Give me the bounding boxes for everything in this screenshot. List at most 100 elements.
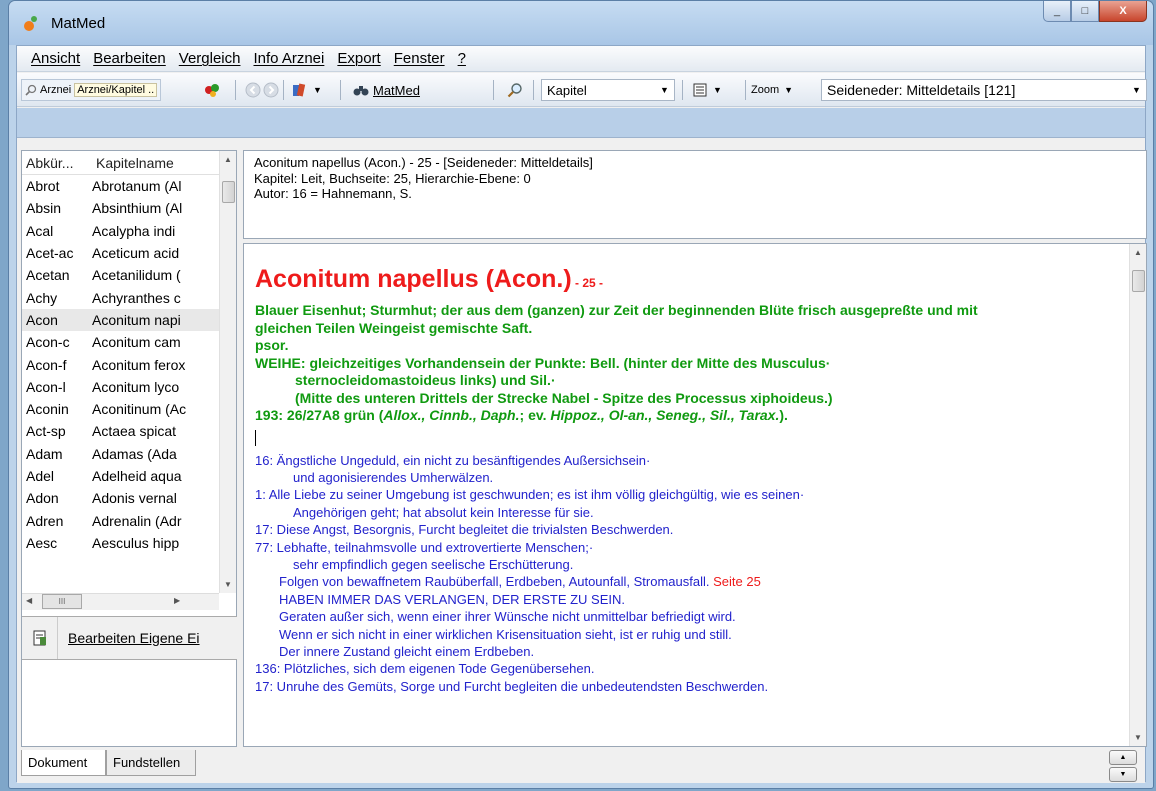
- scroll-thumb-grip[interactable]: III: [42, 594, 82, 609]
- page-spinner[interactable]: ▲ ▼: [1109, 750, 1137, 782]
- remedy-icon-button[interactable]: [203, 78, 223, 102]
- maximize-button[interactable]: □: [1071, 1, 1099, 22]
- list-item[interactable]: Achy Achyranthes c: [22, 286, 219, 308]
- menu-vergleich[interactable]: Vergleich: [179, 50, 241, 67]
- scroll-down-arrow-icon[interactable]: ▼: [1130, 729, 1146, 746]
- list-item[interactable]: Act-sp Actaea spicat: [22, 420, 219, 442]
- remedy-abbr: Acetan: [26, 267, 70, 284]
- scroll-right-arrow-icon[interactable]: ▶: [174, 596, 180, 605]
- blue-line-6: 77: Lebhafte, teilnahmsvolle und extrove…: [255, 539, 594, 555]
- menu-bearbeiten[interactable]: Bearbeiten: [93, 50, 166, 67]
- blue-line-7: sehr empfindlich gegen seelische Erschüt…: [293, 556, 574, 572]
- scroll-thumb[interactable]: [1132, 270, 1145, 292]
- remedy-name: Aconitum ferox: [92, 356, 186, 373]
- arznei-search-button[interactable]: Arznei Arznei/Kapitel ..: [21, 79, 162, 101]
- spin-up-icon[interactable]: ▲: [1109, 750, 1137, 765]
- remedy-abbr: Aconin: [26, 401, 69, 418]
- blue-line-1: 16: Ängstliche Ungeduld, ein nicht zu be…: [255, 452, 651, 468]
- toolbar-separator: [682, 80, 683, 100]
- column-header-kapitelname[interactable]: Kapitelname: [92, 155, 217, 171]
- seite-reference[interactable]: Seite 25: [709, 574, 761, 589]
- remedy-abbr: Acon-l: [26, 378, 66, 395]
- remedy-abbr: Adren: [26, 512, 64, 529]
- matmed-button[interactable]: MatMed: [353, 78, 420, 102]
- menu-export[interactable]: Export: [337, 50, 380, 67]
- green-line-7-d: Hippoz., Ol-an., Seneg., Sil., Tarax.: [550, 407, 780, 423]
- blue-line-3: 1: Alle Liebe zu seiner Umgebung ist ges…: [255, 487, 805, 503]
- remedy-abbr: Achy: [26, 289, 58, 306]
- arznei-combo[interactable]: Arznei/Kapitel ..: [74, 83, 158, 97]
- back-arrow-icon[interactable]: [245, 82, 261, 98]
- list-item[interactable]: Aconin Aconitinum (Ac: [22, 398, 219, 420]
- view-dropdown-button[interactable]: ▼: [693, 78, 722, 102]
- toolbar-separator: [283, 80, 284, 100]
- remedy-abbr: Acon-f: [26, 356, 67, 373]
- nav-group: [245, 78, 279, 102]
- main-window: MatMed _ □ X Ansicht Bearbeiten Vergleic…: [8, 0, 1154, 789]
- arznei-label: Arznei: [40, 84, 72, 96]
- forward-arrow-icon[interactable]: [263, 82, 279, 98]
- search-icon: [25, 84, 37, 96]
- zoom-dropdown[interactable]: Zoom ▼: [751, 78, 793, 102]
- matmed-label: MatMed: [373, 82, 420, 98]
- menu-info-arznei[interactable]: Info Arznei: [253, 50, 324, 67]
- menu-help[interactable]: ?: [458, 50, 466, 67]
- list-item[interactable]: Adon Adonis vernal: [22, 487, 219, 509]
- source-combo[interactable]: Seideneder: Mitteldetails [121] ▼: [821, 79, 1147, 101]
- toolbar-separator: [340, 80, 341, 100]
- edit-own-entries-label[interactable]: Bearbeiten Eigene Ei: [58, 630, 200, 646]
- scroll-up-arrow-icon[interactable]: ▲: [1130, 244, 1146, 261]
- list-item[interactable]: Adel Adelheid aqua: [22, 465, 219, 487]
- remedy-name: Aconitum lyco: [92, 378, 180, 395]
- list-item[interactable]: Adam Adamas (Ada: [22, 443, 219, 465]
- remedy-name: Aconitum napi: [92, 311, 181, 328]
- close-button[interactable]: X: [1099, 1, 1147, 22]
- list-item[interactable]: Acet-ac Aceticum acid: [22, 242, 219, 264]
- tab-fundstellen[interactable]: Fundstellen: [106, 750, 196, 776]
- remedy-abbr: Adam: [26, 445, 63, 462]
- blue-line-8-text: Folgen von bewaffnetem Raubüberfall, Erd…: [279, 574, 710, 590]
- client-area: Ansicht Bearbeiten Vergleich Info Arznei…: [16, 45, 1147, 783]
- list-item[interactable]: Absin Absinthium (Al: [22, 197, 219, 219]
- search-button[interactable]: [507, 78, 523, 102]
- list-item[interactable]: Aesc Aesculus hipp: [22, 532, 219, 554]
- scroll-left-arrow-icon[interactable]: ◀: [26, 596, 32, 605]
- list-item[interactable]: Abrot Abrotanum (Al: [22, 175, 219, 197]
- list-horizontal-scrollbar[interactable]: ◀ III ▶: [22, 593, 219, 610]
- list-item[interactable]: Acon-f Aconitum ferox: [22, 353, 219, 375]
- remedy-name: Adonis vernal: [92, 490, 177, 507]
- scroll-up-arrow-icon[interactable]: ▲: [220, 151, 236, 168]
- column-header-abbr[interactable]: Abkür...: [22, 155, 92, 171]
- menu-ansicht[interactable]: Ansicht: [31, 50, 80, 67]
- list-item[interactable]: Acal Acalypha indi: [22, 220, 219, 242]
- list-item[interactable]: Acon Aconitum napi: [22, 308, 219, 332]
- list-item[interactable]: Acon-c Aconitum cam: [22, 331, 219, 353]
- blue-line-4: Angehörigen geht; hat absolut kein Inter…: [293, 504, 594, 520]
- kapitel-combo[interactable]: Kapitel ▼: [541, 79, 675, 101]
- scroll-thumb[interactable]: [222, 181, 235, 203]
- remedy-name: Abrotanum (Al: [92, 178, 182, 195]
- remedy-abbr: Acet-ac: [26, 245, 74, 262]
- title-bar[interactable]: MatMed _ □ X: [9, 1, 1153, 45]
- tab-dokument[interactable]: Dokument: [21, 750, 106, 776]
- document-vertical-scrollbar[interactable]: ▲ ▼: [1129, 244, 1146, 746]
- list-item[interactable]: Acetan Acetanilidum (: [22, 264, 219, 286]
- minimize-button[interactable]: _: [1043, 1, 1071, 22]
- menu-fenster[interactable]: Fenster: [394, 50, 445, 67]
- remedy-name: Aconitum cam: [92, 334, 181, 351]
- edit-own-entries-bar[interactable]: Bearbeiten Eigene Ei: [22, 616, 237, 660]
- list-item[interactable]: Acon-l Aconitum lyco: [22, 376, 219, 398]
- scroll-down-arrow-icon[interactable]: ▼: [220, 576, 236, 593]
- books-dropdown-button[interactable]: ▼: [291, 78, 322, 102]
- source-value: Seideneder: Mitteldetails [121]: [827, 82, 1016, 98]
- blue-line-5: 17: Diese Angst, Besorgnis, Furcht begle…: [255, 522, 674, 538]
- remedy-abbr: Absin: [26, 200, 62, 217]
- list-item[interactable]: Adren Adrenalin (Adr: [22, 509, 219, 531]
- blue-line-9: HABEN IMMER DAS VERLANGEN, DER ERSTE ZU …: [279, 591, 626, 607]
- remedy-name: Aesculus hipp: [92, 534, 180, 551]
- spin-down-icon[interactable]: ▼: [1109, 767, 1137, 782]
- chevron-down-icon: ▼: [784, 85, 794, 95]
- toolbar-separator: [493, 80, 494, 100]
- document-pane[interactable]: Aconitum napellus (Acon.) - 25 - Blauer …: [243, 243, 1147, 747]
- list-vertical-scrollbar[interactable]: ▲ ▼: [219, 151, 236, 593]
